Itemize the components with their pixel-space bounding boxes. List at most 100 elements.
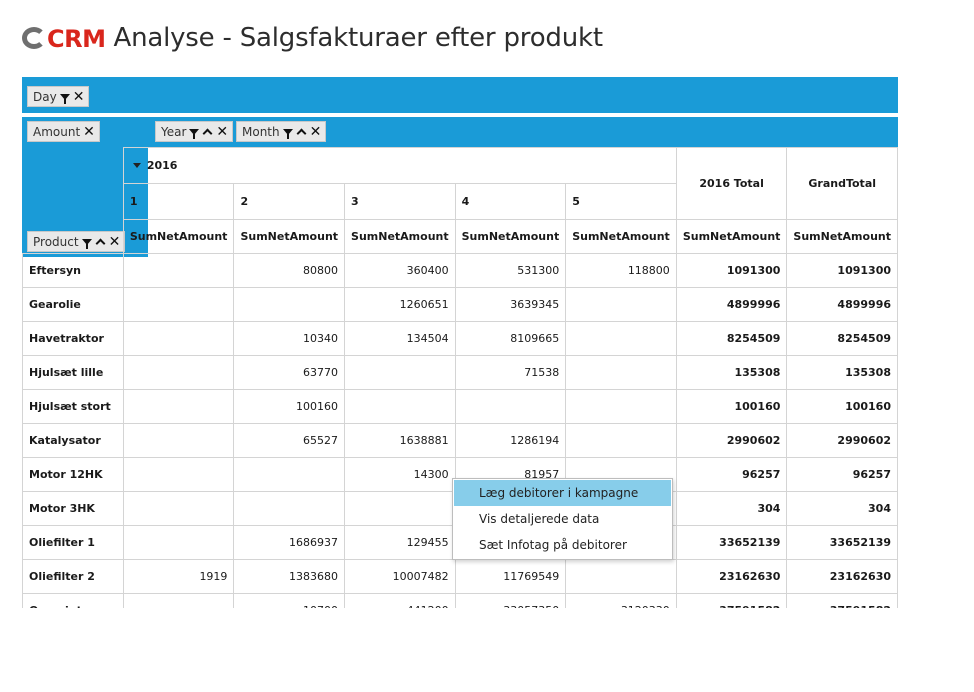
table-row[interactable]: Hjulsæt stort 100160 100160 100160 <box>22 389 898 424</box>
year-total-cell[interactable]: 8254509 <box>675 321 788 356</box>
close-icon[interactable]: ✕ <box>83 125 95 139</box>
value-cell[interactable] <box>454 389 567 424</box>
value-cell[interactable] <box>122 457 235 492</box>
value-cell[interactable]: 33057350 <box>454 593 567 608</box>
value-cell[interactable]: 1286194 <box>454 423 567 458</box>
month-field-chip[interactable]: Month ✕ <box>236 121 327 142</box>
close-icon[interactable]: ✕ <box>310 125 322 139</box>
value-cell[interactable]: 3639345 <box>454 287 567 322</box>
year-total-cell[interactable]: 304 <box>675 491 788 526</box>
filter-icon[interactable] <box>282 129 293 139</box>
product-row-header[interactable]: Oliefilter 1 <box>22 525 124 560</box>
month-header[interactable]: 4 <box>454 183 567 220</box>
value-cell[interactable] <box>122 355 235 390</box>
year-total-cell[interactable]: 1091300 <box>675 253 788 288</box>
grand-total-cell[interactable]: 1091300 <box>786 253 898 288</box>
grand-total-cell[interactable]: 304 <box>786 491 898 526</box>
value-cell[interactable]: 11769549 <box>454 559 567 594</box>
year-total-cell[interactable]: 2990602 <box>675 423 788 458</box>
value-cell[interactable] <box>122 253 235 288</box>
month-header[interactable]: 1 <box>122 183 235 220</box>
value-cell[interactable]: 10700 <box>233 593 346 608</box>
value-cell[interactable]: 134504 <box>344 321 456 356</box>
value-cell[interactable] <box>233 457 346 492</box>
value-cell[interactable] <box>122 491 235 526</box>
value-cell[interactable]: 80800 <box>233 253 346 288</box>
grand-total-cell[interactable]: 100160 <box>786 389 898 424</box>
value-cell[interactable]: 1919 <box>122 559 235 594</box>
value-cell[interactable] <box>565 559 677 594</box>
value-cell[interactable]: 1383680 <box>233 559 346 594</box>
table-row[interactable]: Eftersyn 80800 360400 531300 118800 1091300 10… <box>22 253 898 288</box>
product-row-header[interactable]: Gearolie <box>22 287 124 322</box>
table-row[interactable]: Gearolie 1260651 3639345 4899996 4899996 <box>22 287 898 322</box>
value-cell[interactable] <box>565 287 677 322</box>
product-row-header[interactable]: Motor 12HK <box>22 457 124 492</box>
year-total-cell[interactable]: 4899996 <box>675 287 788 322</box>
table-row[interactable]: Oliefilter 2 1919 1383680 10007482 11769549 2… <box>22 559 898 594</box>
value-cell[interactable]: 100160 <box>233 389 346 424</box>
year-total-cell[interactable]: 33652139 <box>675 525 788 560</box>
value-cell[interactable] <box>565 423 677 458</box>
value-cell[interactable]: 3120330 <box>565 593 677 608</box>
value-cell[interactable] <box>344 355 456 390</box>
close-icon[interactable]: ✕ <box>216 125 228 139</box>
value-cell[interactable] <box>565 321 677 356</box>
menu-item-set-infotag[interactable]: Sæt Infotag på debitorer <box>454 532 671 558</box>
month-header[interactable]: 3 <box>344 183 456 220</box>
close-icon[interactable]: ✕ <box>73 90 85 104</box>
value-cell[interactable] <box>344 389 456 424</box>
day-field-chip[interactable]: Day ✕ <box>27 86 90 107</box>
year-total-cell[interactable]: 100160 <box>675 389 788 424</box>
month-header[interactable]: 5 <box>565 183 677 220</box>
filter-icon[interactable] <box>59 94 70 104</box>
value-cell[interactable]: 118800 <box>565 253 677 288</box>
value-cell[interactable] <box>233 491 346 526</box>
grand-total-cell[interactable]: 8254509 <box>786 321 898 356</box>
grand-total-cell[interactable]: 37591582 <box>786 593 898 608</box>
menu-item-add-to-campaign[interactable]: Læg debitorer i kampagne <box>454 480 671 506</box>
value-cell[interactable] <box>233 287 346 322</box>
sort-up-icon[interactable] <box>202 128 213 139</box>
filter-icon[interactable] <box>189 129 200 139</box>
value-cell[interactable] <box>565 389 677 424</box>
grand-total-cell[interactable]: 33652139 <box>786 525 898 560</box>
value-cell[interactable]: 63770 <box>233 355 346 390</box>
table-row[interactable]: Havetraktor 10340 134504 8109665 8254509 8254… <box>22 321 898 356</box>
grand-total-cell[interactable]: 96257 <box>786 457 898 492</box>
amount-field-chip[interactable]: Amount ✕ <box>27 121 100 142</box>
value-cell[interactable] <box>565 355 677 390</box>
grand-total-cell[interactable]: 135308 <box>786 355 898 390</box>
collapse-caret-icon[interactable] <box>132 163 141 168</box>
table-row[interactable]: Hjulsæt lille 63770 71538 135308 135308 <box>22 355 898 390</box>
value-cell[interactable]: 1638881 <box>344 423 456 458</box>
product-row-header[interactable]: Oversigt <box>22 593 124 608</box>
month-header[interactable]: 2 <box>233 183 346 220</box>
value-cell[interactable]: 1686937 <box>233 525 346 560</box>
product-row-header[interactable]: Havetraktor <box>22 321 124 356</box>
value-cell[interactable] <box>122 593 235 608</box>
value-cell[interactable]: 441200 <box>344 593 456 608</box>
table-row[interactable]: Katalysator 65527 1638881 1286194 2990602 299… <box>22 423 898 458</box>
menu-item-show-details[interactable]: Vis detaljerede data <box>454 506 671 532</box>
value-cell[interactable] <box>122 389 235 424</box>
sort-up-icon[interactable] <box>296 128 307 139</box>
year-total-cell[interactable]: 37591582 <box>675 593 788 608</box>
value-cell[interactable]: 14300 <box>344 457 456 492</box>
value-cell[interactable] <box>122 423 235 458</box>
product-row-header[interactable]: Hjulsæt stort <box>22 389 124 424</box>
value-cell[interactable]: 8109665 <box>454 321 567 356</box>
value-cell[interactable]: 10340 <box>233 321 346 356</box>
grand-total-cell[interactable]: 2990602 <box>786 423 898 458</box>
year-header[interactable]: 2016 <box>122 147 677 184</box>
year-field-chip[interactable]: Year ✕ <box>155 121 234 142</box>
value-cell[interactable]: 360400 <box>344 253 456 288</box>
product-row-header[interactable]: Eftersyn <box>22 253 124 288</box>
year-total-cell[interactable]: 135308 <box>675 355 788 390</box>
product-row-header[interactable]: Hjulsæt lille <box>22 355 124 390</box>
value-cell[interactable] <box>122 287 235 322</box>
product-row-header[interactable]: Motor 3HK <box>22 491 124 526</box>
product-row-header[interactable]: Oliefilter 2 <box>22 559 124 594</box>
year-total-cell[interactable]: 96257 <box>675 457 788 492</box>
table-row[interactable]: Oversigt10700441200330573503120330375915… <box>22 593 898 608</box>
